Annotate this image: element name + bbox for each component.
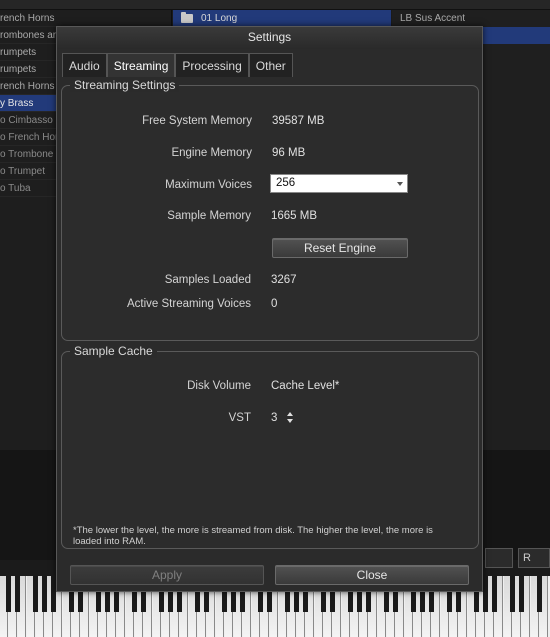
free-memory-value: 39587 MB [272,115,325,127]
black-key[interactable] [15,576,20,612]
dialog-title: Settings [57,27,482,49]
black-key[interactable] [33,576,38,612]
reset-engine-button[interactable]: Reset Engine [272,238,408,258]
samples-loaded-label: Samples Loaded [164,274,251,286]
tab-audio[interactable]: Audio [62,53,107,77]
group-legend: Sample Cache [70,344,157,358]
active-voices-label: Active Streaming Voices [126,298,251,310]
background-button-r[interactable]: R [518,548,550,568]
chevron-down-icon[interactable] [287,419,293,423]
cache-volume-label: VST [228,412,251,424]
black-key[interactable] [537,576,542,612]
samples-loaded-value: 3267 [271,274,297,286]
maximum-voices-select[interactable]: 256 [270,174,408,193]
engine-memory-value: 96 MB [272,147,306,159]
background-button[interactable] [485,548,513,568]
black-key[interactable] [6,576,11,612]
dropdown-arrow-icon [397,182,403,186]
chevron-up-icon[interactable] [287,412,293,416]
black-key[interactable] [42,576,47,612]
engine-memory-label: Engine Memory [171,147,252,159]
folder-item[interactable]: 01 Long [173,10,391,27]
apply-button[interactable]: Apply [70,565,264,585]
cache-level-stepper[interactable] [286,412,294,424]
black-key[interactable] [519,576,524,612]
settings-dialog: Settings Audio Streaming Processing Othe… [56,26,483,592]
cache-level-header: Cache Level* [271,380,340,392]
list-item[interactable]: rench Horns [0,10,171,27]
tab-other[interactable]: Other [248,53,293,77]
black-key[interactable] [483,576,488,612]
active-voices-value: 0 [271,298,278,310]
folder-icon [181,12,193,23]
tab-processing[interactable]: Processing [175,53,249,77]
close-button[interactable]: Close [275,565,469,585]
free-memory-label: Free System Memory [142,115,252,127]
top-bar [0,0,550,10]
folder-label: 01 Long [201,13,238,24]
sample-memory-value: 1665 MB [271,210,318,222]
tab-streaming[interactable]: Streaming [106,53,176,77]
maximum-voices-label: Maximum Voices [165,179,252,191]
cache-level-value[interactable]: 3 [271,410,277,426]
black-key[interactable] [492,576,497,612]
list-item[interactable]: LB Sus Accent [392,10,550,27]
black-key[interactable] [510,576,515,612]
maximum-voices-value: 256 [276,177,296,189]
disk-volume-header: Disk Volume [187,380,251,392]
sample-memory-label: Sample Memory [167,210,251,222]
tab-bar: Audio Streaming Processing Other [62,53,293,77]
cache-note: *The lower the level, the more is stream… [73,525,433,547]
group-legend: Streaming Settings [70,78,180,92]
